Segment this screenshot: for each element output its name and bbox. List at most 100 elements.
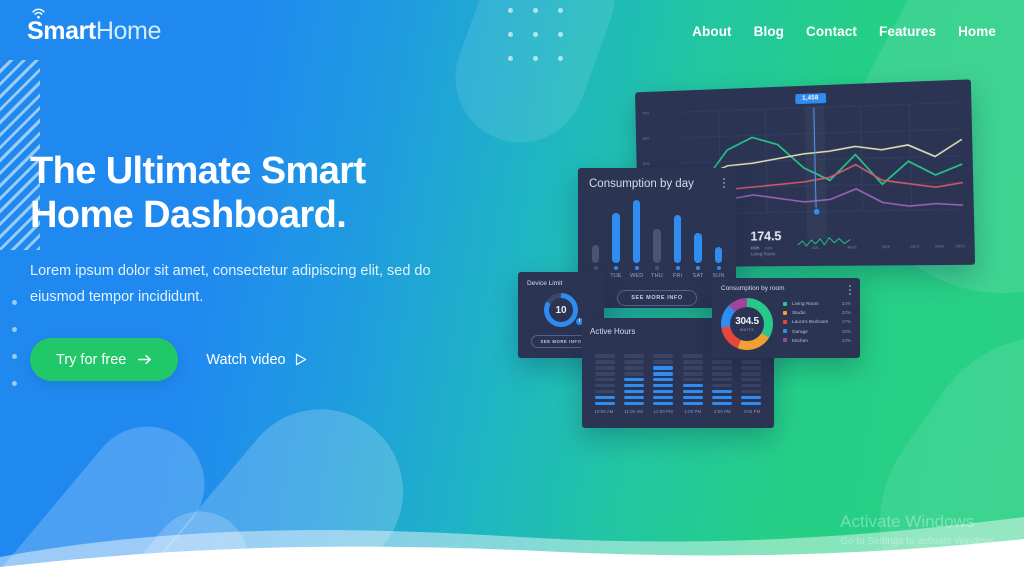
segment (653, 366, 674, 370)
legend-percent: 12% (841, 337, 851, 343)
segment (595, 383, 615, 388)
active-hours-column-2[interactable] (652, 354, 674, 405)
energy-stat-room: Living Room (750, 251, 776, 257)
bar (632, 200, 641, 263)
legend-row-4[interactable]: Kitchen 12% (783, 338, 851, 343)
legend-row-0[interactable]: Living Room 34% (783, 301, 851, 306)
legend-label: Studio (792, 310, 806, 316)
segment (711, 389, 732, 394)
chart-highlight-point[interactable] (812, 207, 821, 216)
try-for-free-button[interactable]: Try for free (30, 338, 179, 382)
x-tick-6: OCT (910, 243, 920, 249)
watch-video-link[interactable]: Watch video (206, 352, 306, 368)
time-label-3: 1:00 PM (684, 409, 702, 414)
bar (694, 233, 702, 263)
segment (653, 401, 674, 405)
legend-row-1[interactable]: Studio 22% (783, 310, 851, 315)
segment (624, 378, 645, 382)
day-bar-wed[interactable] (630, 200, 643, 270)
day-label-tue: TUE (610, 273, 622, 279)
segment (653, 383, 674, 388)
nav-item-contact[interactable]: Contact (806, 24, 857, 39)
active-hours-column-5[interactable] (740, 354, 762, 405)
legend-color-swatch (783, 329, 787, 334)
active-hours-column-4[interactable] (711, 354, 733, 405)
day-bar-fri[interactable] (671, 215, 684, 270)
nav-item-home[interactable]: Home (958, 24, 996, 39)
nav-item-features[interactable]: Features (879, 24, 936, 39)
device-limit-ring: 10 (544, 293, 578, 327)
day-label-fri: FRI (672, 273, 683, 279)
legend-row-2[interactable]: Laura's Bedroom 17% (783, 319, 851, 324)
legend-row-3[interactable]: Garage 15% (783, 329, 851, 334)
headline-line-1: The Ultimate Smart (30, 150, 366, 192)
active-hours-column-3[interactable] (682, 354, 704, 405)
x-tick-8: DEC (955, 243, 966, 249)
segment (711, 401, 732, 405)
segment (653, 395, 674, 400)
legend-percent: 15% (841, 328, 851, 334)
kebab-menu-icon-room[interactable] (849, 285, 851, 295)
segment (740, 401, 761, 405)
segment (624, 389, 645, 394)
time-label-1: 11:00 AM (624, 409, 643, 414)
segment (711, 378, 732, 382)
segment (624, 354, 645, 358)
segment (711, 372, 732, 376)
room-donut-chart: 304.5 WATTS (721, 298, 773, 350)
hero-subtext: Lorem ipsum dolor sit amet, consectetur … (30, 263, 431, 305)
brand-logo[interactable]: Smart Home (27, 8, 161, 45)
y-tick-1: 600 (642, 135, 650, 141)
x-tick-5: SEP (881, 244, 891, 250)
segment (740, 372, 761, 376)
segment (624, 372, 645, 376)
day-bar-mon[interactable] (589, 245, 602, 270)
hero-copy: The Ultimate Smart Home Dashboard. Lorem… (30, 150, 500, 382)
bar (714, 247, 723, 263)
time-label-5: 3:00 PM (743, 409, 761, 414)
day-bar-sat[interactable] (692, 233, 705, 270)
day-labels: MONTUEWEDTHUFRISATSUN (589, 270, 725, 279)
play-triangle-icon (295, 353, 306, 366)
device-limit-title: Device Limit (527, 280, 563, 287)
bar (612, 213, 620, 263)
nav-item-blog[interactable]: Blog (754, 24, 784, 39)
segment (653, 372, 674, 376)
active-hours-time-labels: 10:00 AM 11:00 AM 12:00 PM 1:00 PM 2:00 PM 3:… (590, 409, 766, 414)
segment (595, 360, 615, 364)
room-donut-value: 304.5 (735, 316, 759, 327)
legend-color-swatch (783, 319, 787, 324)
segment (595, 401, 615, 405)
legend-color-swatch (783, 301, 787, 306)
legend-label: Living Room (792, 301, 819, 307)
segment (595, 354, 615, 358)
day-bar-tue[interactable] (610, 213, 623, 270)
kebab-menu-icon[interactable] (723, 178, 725, 188)
legend-color-swatch (783, 310, 787, 315)
segment (653, 378, 674, 382)
segment (624, 383, 645, 388)
legend-label: Kitchen (792, 337, 809, 343)
site-header: Smart Home About Blog Contact Features Home (0, 0, 1024, 62)
segment (682, 378, 703, 382)
see-more-info-button-consumption[interactable]: SEE MORE INFO (617, 290, 697, 306)
segment (595, 389, 615, 394)
segment (595, 372, 615, 376)
hero-actions: Try for free Watch video (30, 338, 500, 382)
y-tick-0: 700 (641, 110, 649, 116)
segment (595, 378, 615, 382)
segment (624, 366, 645, 370)
headline-line-2: Home Dashboard. (30, 193, 347, 236)
active-hours-column-0[interactable] (594, 354, 616, 405)
segment (682, 383, 703, 388)
consumption-by-room-card[interactable]: Consumption by room 304.5 WATTS Living R… (712, 278, 860, 358)
try-for-free-label: Try for free (56, 351, 127, 368)
energy-stat: 174.5 kWh Living Room (750, 226, 851, 256)
segment (682, 372, 703, 376)
day-bar-thu[interactable] (651, 229, 664, 270)
active-hours-column-1[interactable] (623, 354, 645, 405)
brand-name-light: Home (95, 16, 161, 45)
bar (591, 245, 600, 263)
day-bar-sun[interactable] (712, 247, 725, 270)
nav-item-about[interactable]: About (692, 24, 731, 39)
